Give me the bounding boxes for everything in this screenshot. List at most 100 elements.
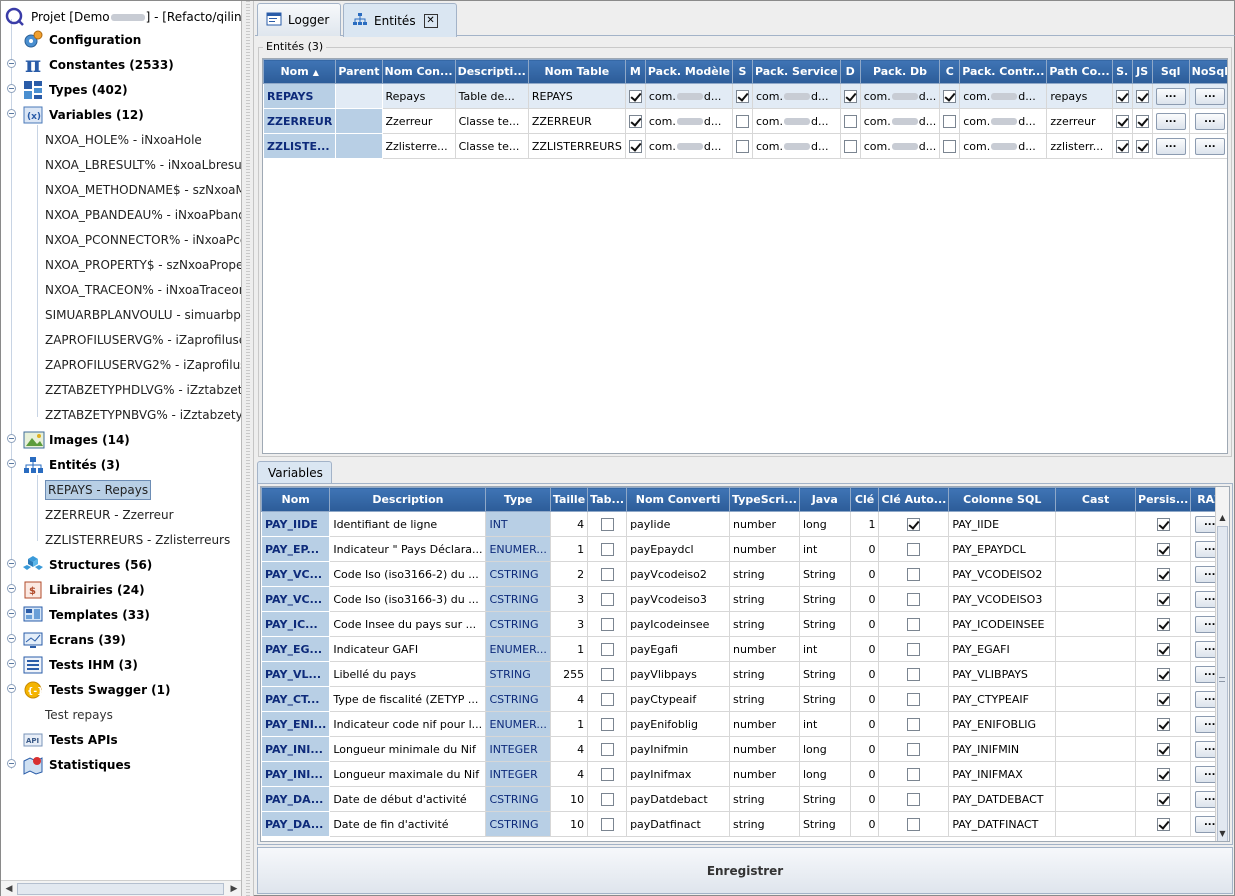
checkbox-cell[interactable] [878, 586, 950, 612]
checkbox[interactable] [1115, 139, 1129, 153]
variable-row[interactable]: PAY_DA... Date de fin d'activité CSTRING 10… [261, 811, 1229, 837]
checkbox-cell[interactable] [587, 611, 628, 637]
checkbox[interactable] [907, 792, 921, 806]
tree-item-variables[interactable]: (x) Variables (12) [23, 102, 144, 127]
expand-toggle[interactable] [7, 659, 16, 668]
table-cell[interactable]: 10 [549, 811, 589, 837]
table-cell[interactable]: ZZERREUR [527, 108, 626, 134]
action-cell[interactable]: ... [1151, 83, 1190, 109]
variable-name-cell[interactable]: PAY_INI... [261, 736, 331, 762]
variable-row[interactable]: PAY_IIDE Identifiant de ligne INT 4 payIide n… [261, 511, 1229, 537]
package-cell[interactable]: com. d... [751, 83, 841, 109]
split-pane-divider[interactable] [242, 1, 254, 896]
action-cell[interactable]: ... [1151, 133, 1190, 159]
column-header[interactable]: D [839, 59, 861, 84]
package-cell[interactable]: com. d... [959, 133, 1048, 159]
table-cell[interactable]: Date de début d'activité [329, 786, 487, 812]
checkbox[interactable] [1156, 692, 1170, 706]
column-header[interactable]: Cast [1055, 487, 1137, 512]
table-cell[interactable]: 3 [549, 586, 589, 612]
package-cell[interactable]: com. d... [751, 133, 841, 159]
table-cell[interactable]: 4 [549, 686, 589, 712]
column-header[interactable]: Path Co... [1046, 59, 1113, 84]
table-cell[interactable]: number [729, 636, 800, 662]
table-cell[interactable]: int [798, 636, 851, 662]
column-header[interactable]: Nom ▲ [263, 59, 337, 84]
checkbox[interactable] [907, 667, 921, 681]
checkbox-cell[interactable] [1135, 736, 1192, 762]
checkbox-cell[interactable] [1135, 686, 1192, 712]
package-cell[interactable]: com. d... [959, 108, 1048, 134]
table-cell[interactable]: 255 [549, 661, 589, 687]
collapse-toggle[interactable] [7, 684, 16, 693]
entity-name-cell[interactable]: REPAYS [263, 83, 337, 109]
table-cell[interactable]: payInifmin [626, 736, 731, 762]
variable-name-cell[interactable]: PAY_VC... [261, 586, 331, 612]
scroll-left-icon[interactable]: ◀ [2, 882, 16, 896]
table-cell[interactable]: 10 [549, 786, 589, 812]
tree-item-entite[interactable]: ZZERREUR - Zzerreur [45, 502, 174, 527]
checkbox[interactable] [943, 114, 957, 128]
table-cell[interactable]: Longueur maximale du Nif [329, 761, 487, 787]
checkbox[interactable] [907, 517, 921, 531]
checkbox-cell[interactable] [1135, 536, 1192, 562]
variables-vertical-scrollbar[interactable]: ▲ ▼ [1215, 487, 1229, 841]
table-cell[interactable]: 0 [849, 561, 880, 587]
table-cell[interactable]: PAY_DATDEBACT [948, 786, 1057, 812]
variable-row[interactable]: PAY_INI... Longueur maximale du Nif INTEGE… [261, 761, 1229, 787]
column-header[interactable]: Parent [335, 59, 383, 84]
package-cell[interactable]: com. d... [644, 108, 733, 134]
checkbox[interactable] [1156, 592, 1170, 606]
checkbox[interactable] [907, 717, 921, 731]
table-cell[interactable]: PAY_ENIFOBLIG [948, 711, 1057, 737]
tree-item-variable[interactable]: NXOA_HOLE% - iNxoaHole [45, 127, 202, 152]
table-cell[interactable]: long [798, 511, 851, 537]
table-cell[interactable]: payVlibpays [626, 661, 731, 687]
table-cell[interactable]: String [798, 561, 851, 587]
column-header[interactable]: Colonne SQL [948, 487, 1057, 512]
checkbox-cell[interactable] [878, 761, 950, 787]
checkbox[interactable] [735, 139, 749, 153]
checkbox-cell[interactable] [587, 811, 628, 837]
tree-item-templates[interactable]: Templates (33) [23, 602, 150, 627]
checkbox[interactable] [843, 89, 857, 103]
table-cell[interactable]: payVcodeiso3 [626, 586, 731, 612]
checkbox-cell[interactable] [839, 133, 861, 159]
variable-row[interactable]: PAY_VC... Code Iso (iso3166-2) du ... CSTR… [261, 561, 1229, 587]
table-cell[interactable]: 1 [549, 636, 589, 662]
checkbox-cell[interactable] [878, 636, 950, 662]
table-cell[interactable]: PAY_IIDE [948, 511, 1057, 537]
table-cell[interactable]: Longueur minimale du Nif [329, 736, 487, 762]
table-cell[interactable]: 1 [849, 511, 880, 537]
checkbox[interactable] [907, 567, 921, 581]
table-cell[interactable]: payIide [626, 511, 731, 537]
variable-name-cell[interactable]: PAY_INI... [261, 761, 331, 787]
checkbox-cell[interactable] [1131, 83, 1153, 109]
checkbox-cell[interactable] [1135, 586, 1192, 612]
table-cell[interactable]: payVcodeiso2 [626, 561, 731, 587]
table-cell[interactable]: 0 [849, 686, 880, 712]
checkbox-cell[interactable] [587, 661, 628, 687]
checkbox-cell[interactable] [624, 83, 646, 109]
checkbox-cell[interactable] [1135, 636, 1192, 662]
action-cell[interactable]: ... [1188, 83, 1227, 109]
tree-item-entite[interactable]: REPAYS - Repays [45, 477, 152, 502]
collapse-toggle[interactable] [7, 459, 16, 468]
tree-item-variable[interactable]: SIMUARBPLANVOULU - simuarbpla [45, 302, 241, 327]
variable-type-cell[interactable]: CSTRING [485, 561, 551, 587]
checkbox[interactable] [907, 742, 921, 756]
table-cell[interactable]: number [729, 711, 800, 737]
table-cell[interactable]: PAY_CTYPEAIF [948, 686, 1057, 712]
table-cell[interactable]: int [798, 711, 851, 737]
package-cell[interactable]: com. d... [959, 83, 1048, 109]
table-cell[interactable]: 0 [849, 636, 880, 662]
table-cell[interactable]: string [729, 586, 800, 612]
variable-row[interactable]: PAY_CT... Type de fiscalité (ZETYP ... CST… [261, 686, 1229, 712]
save-button[interactable]: Enregistrer [257, 847, 1233, 894]
checkbox[interactable] [628, 89, 642, 103]
tree-item-tests-apis[interactable]: API Tests APIs [23, 727, 118, 752]
checkbox-cell[interactable] [878, 561, 950, 587]
table-cell[interactable]: string [729, 811, 800, 837]
checkbox[interactable] [1156, 542, 1170, 556]
variable-name-cell[interactable]: PAY_CT... [261, 686, 331, 712]
